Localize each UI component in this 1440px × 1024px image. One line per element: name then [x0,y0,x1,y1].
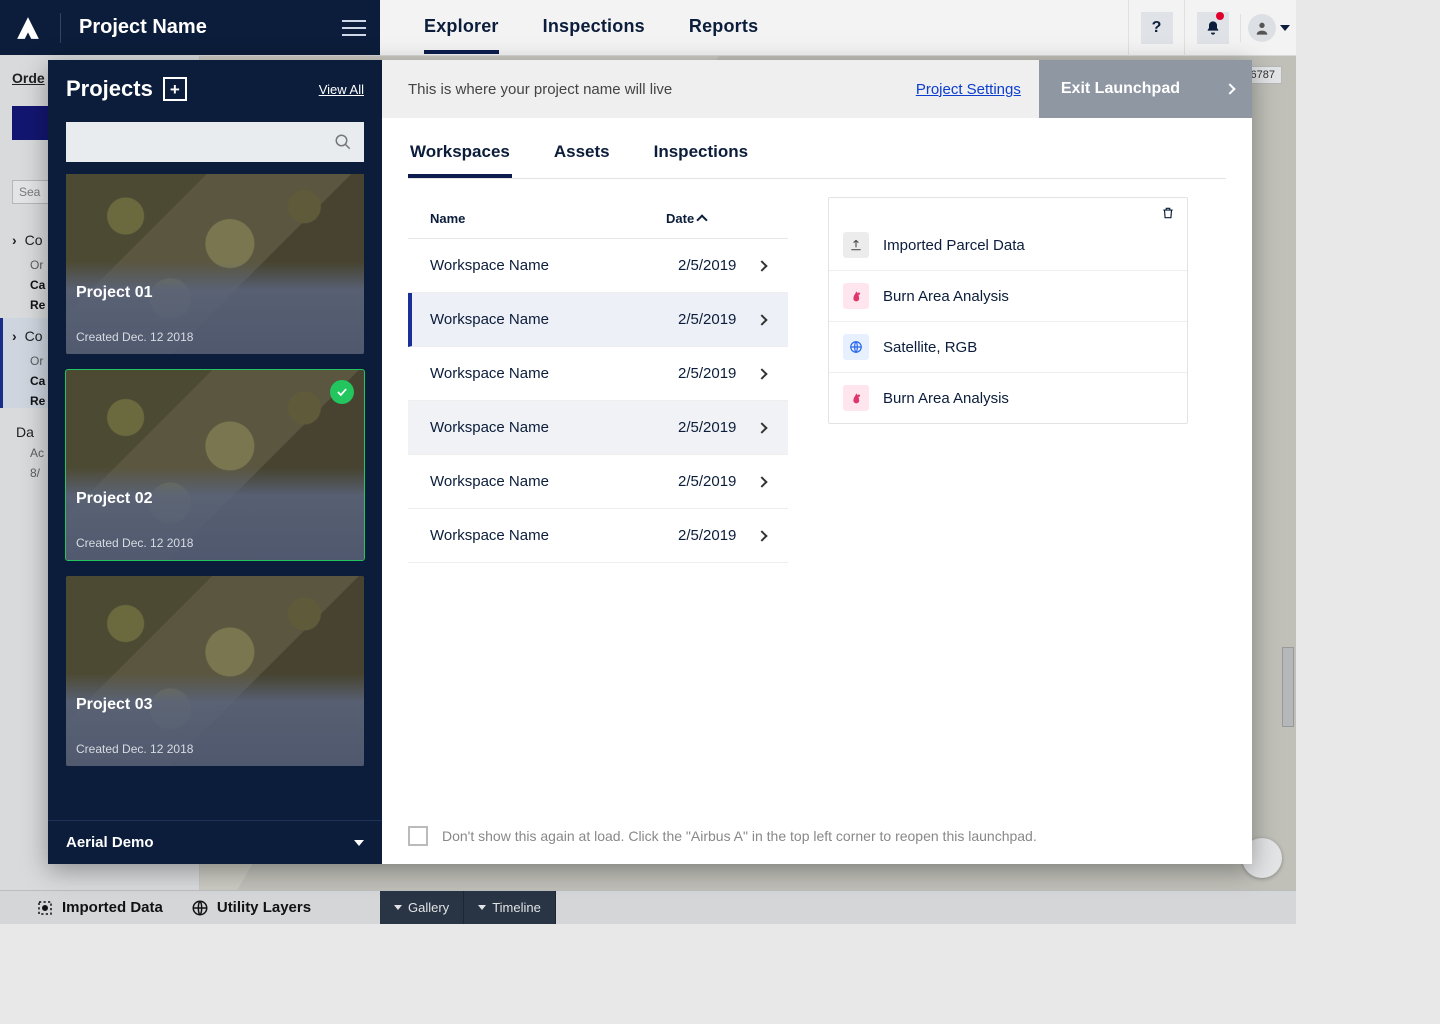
chevron-right-icon [756,530,767,541]
upload-icon [843,232,869,258]
project-card[interactable]: Project 01 Created Dec. 12 2018 [66,174,364,354]
trash-icon[interactable] [1161,206,1175,220]
burn-icon [843,283,869,309]
layer-row[interactable]: Imported Parcel Data [829,228,1187,270]
layer-label: Satellite, RGB [883,339,977,356]
user-menu[interactable] [1240,14,1296,42]
notification-dot-icon [1216,12,1224,20]
workspace-name: Workspace Name [430,311,678,328]
table-row[interactable]: Workspace Name2/5/2019 [408,347,788,401]
chevron-right-icon [756,368,767,379]
layer-row[interactable]: Burn Area Analysis [829,372,1187,423]
projects-sidebar: Projects + View All Project 01 Created De… [48,60,382,864]
topbar: Project Name Explorer Inspections Report… [0,0,1296,56]
workspace-name: Workspace Name [430,257,678,274]
launchpad-body: Workspaces Assets Inspections Name Date … [382,118,1252,864]
help-icon: ? [1141,12,1173,44]
workspace-date: 2/5/2019 [678,257,758,274]
dont-show-checkbox[interactable] [408,826,428,846]
sidebar-header: Projects + View All [48,60,382,112]
burn-icon [843,385,869,411]
add-project-button[interactable]: + [163,77,187,101]
tab-inspections-lp[interactable]: Inspections [652,132,750,178]
sat-icon [843,334,869,360]
layer-row[interactable]: Burn Area Analysis [829,270,1187,321]
project-settings-link[interactable]: Project Settings [898,60,1039,118]
sidebar-footer-label: Aerial Demo [66,834,154,851]
topbar-left: Project Name [0,0,380,55]
chevron-right-icon [756,314,767,325]
workspace-name: Workspace Name [430,419,678,436]
chevron-right-icon [756,476,767,487]
table-row[interactable]: Workspace Name2/5/2019 [408,239,788,293]
workspace-date: 2/5/2019 [678,527,758,544]
sidebar-footer[interactable]: Aerial Demo [48,820,382,864]
banner-message: This is where your project name will liv… [408,81,672,98]
table-header: Name Date [408,197,788,239]
layer-row[interactable]: Satellite, RGB [829,321,1187,372]
exit-launchpad-button[interactable]: Exit Launchpad [1039,60,1252,118]
chevron-down-icon [354,840,364,846]
workspace-name: Workspace Name [430,365,678,382]
help-button[interactable]: ? [1128,0,1184,56]
check-icon [330,380,354,404]
notifications-button[interactable] [1184,0,1240,56]
launchpad-main: This is where your project name will liv… [382,60,1252,864]
layer-panel: Imported Parcel Data Burn Area Analysis Sa… [828,197,1188,424]
chevron-right-icon [756,422,767,433]
layer-label: Burn Area Analysis [883,390,1009,407]
launchpad-content: Name Date Workspace Name2/5/2019Workspac… [408,179,1226,563]
tab-assets[interactable]: Assets [552,132,612,178]
topbar-right: ? [1128,0,1296,55]
project-card-date: Created Dec. 12 2018 [76,330,354,344]
hamburger-icon[interactable] [342,16,366,40]
project-card[interactable]: Project 02 Created Dec. 12 2018 [66,370,364,560]
workspace-table: Name Date Workspace Name2/5/2019Workspac… [408,197,788,563]
table-row[interactable]: Workspace Name2/5/2019 [408,509,788,563]
project-card-name: Project 02 [76,490,354,508]
chevron-down-icon [1280,25,1290,31]
project-name: Project Name [79,16,324,39]
project-card-name: Project 01 [76,284,354,302]
footer-hint: Don't show this again at load. Click the… [442,828,1037,844]
project-card-name: Project 03 [76,696,354,714]
main-tabs: Workspaces Assets Inspections [408,132,1226,179]
avatar-icon [1248,14,1276,42]
sort-asc-icon [697,214,708,225]
workspace-date: 2/5/2019 [678,365,758,382]
view-all-link[interactable]: View All [319,82,364,97]
tab-inspections[interactable]: Inspections [543,1,645,54]
search-icon [334,133,352,151]
workspace-date: 2/5/2019 [678,311,758,328]
workspace-date: 2/5/2019 [678,473,758,490]
table-row[interactable]: Workspace Name2/5/2019 [408,401,788,455]
project-card-date: Created Dec. 12 2018 [76,742,354,756]
sidebar-title: Projects [66,76,153,102]
divider [60,13,61,43]
launchpad-modal: Projects + View All Project 01 Created De… [48,60,1252,864]
workspace-name: Workspace Name [430,527,678,544]
tab-explorer[interactable]: Explorer [424,1,499,54]
project-search-input[interactable] [66,122,364,162]
col-name[interactable]: Name [430,211,666,226]
app-logo-icon[interactable] [14,14,42,42]
layer-label: Burn Area Analysis [883,288,1009,305]
tab-reports[interactable]: Reports [689,1,758,54]
layer-label: Imported Parcel Data [883,237,1025,254]
chevron-right-icon [756,260,767,271]
topbar-tabs: Explorer Inspections Reports [380,0,1128,55]
table-row[interactable]: Workspace Name2/5/2019 [408,455,788,509]
project-card[interactable]: Project 03 Created Dec. 12 2018 [66,576,364,766]
table-row[interactable]: Workspace Name2/5/2019 [408,293,788,347]
project-cards: Project 01 Created Dec. 12 2018 Project 0… [48,174,382,820]
workspace-date: 2/5/2019 [678,419,758,436]
col-date[interactable]: Date [666,211,766,226]
exit-launchpad-label: Exit Launchpad [1061,80,1180,98]
launchpad-footer: Don't show this again at load. Click the… [408,826,1226,846]
project-card-date: Created Dec. 12 2018 [76,536,354,550]
launchpad-banner: This is where your project name will liv… [382,60,1252,118]
tab-workspaces[interactable]: Workspaces [408,132,512,178]
chevron-right-icon [1224,83,1235,94]
workspace-name: Workspace Name [430,473,678,490]
